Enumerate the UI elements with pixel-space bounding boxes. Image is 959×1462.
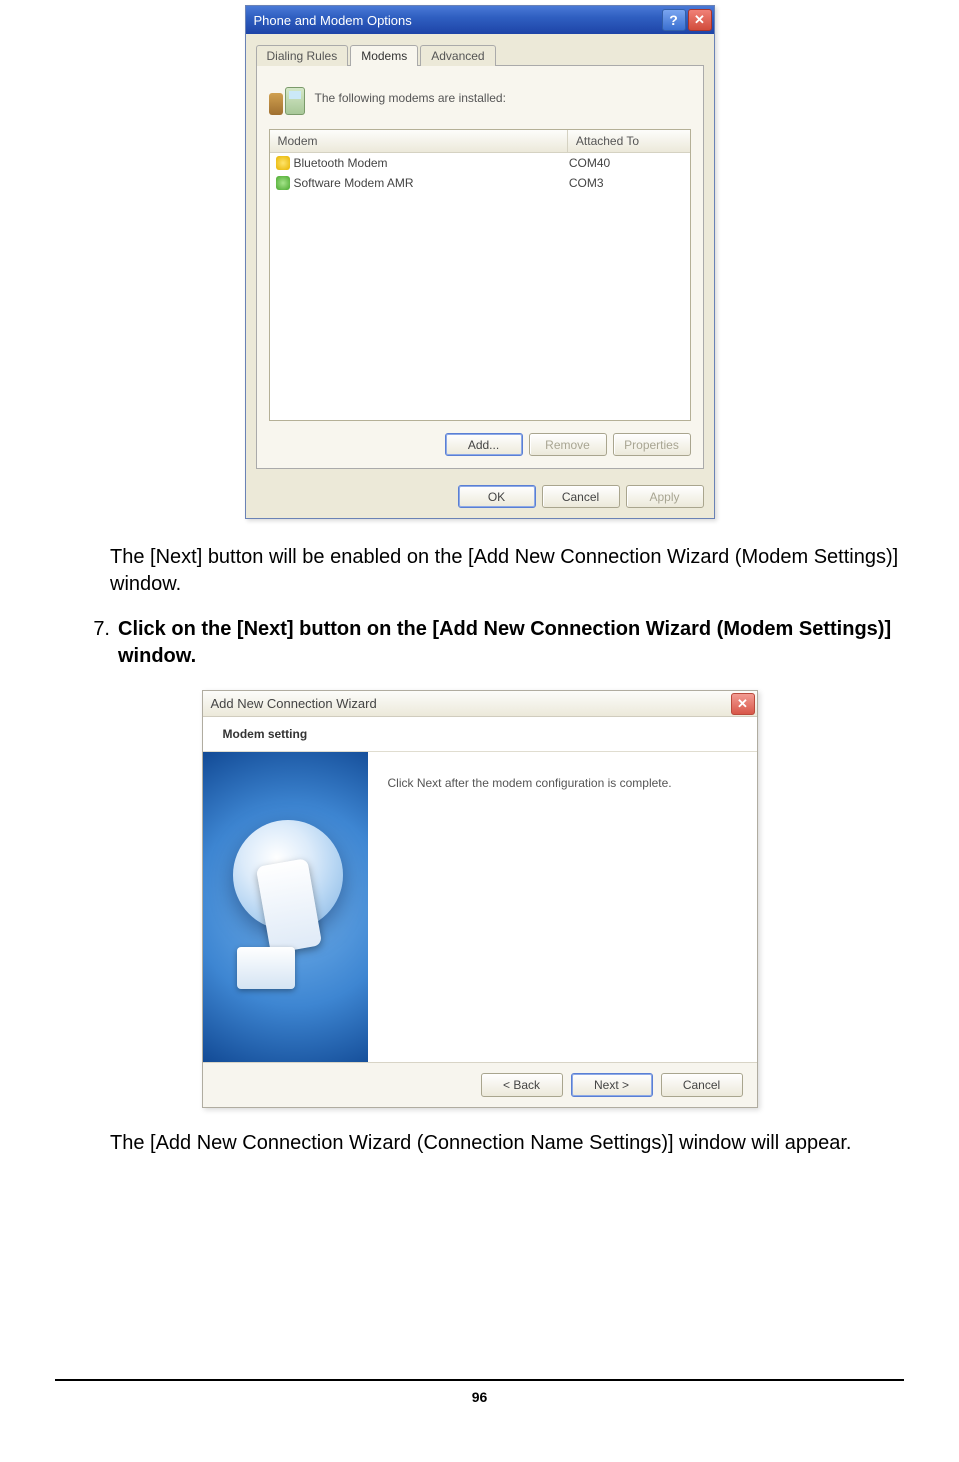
dialog-titlebar[interactable]: Phone and Modem Options ? ✕ bbox=[246, 6, 714, 34]
add-connection-wizard-dialog: Add New Connection Wizard ✕ Modem settin… bbox=[202, 690, 758, 1108]
bluetooth-modem-icon bbox=[276, 156, 290, 170]
table-row[interactable]: Bluetooth Modem COM40 bbox=[270, 153, 690, 173]
dialog-title: Phone and Modem Options bbox=[254, 13, 412, 28]
step-number: 7. bbox=[70, 616, 118, 643]
modems-icon bbox=[269, 81, 303, 115]
properties-button[interactable]: Properties bbox=[613, 433, 691, 456]
software-modem-icon bbox=[276, 176, 290, 190]
col-header-modem[interactable]: Modem bbox=[270, 130, 568, 152]
wizard-artwork bbox=[203, 752, 368, 1062]
page-number: 96 bbox=[55, 1379, 904, 1405]
wizard-content-text: Click Next after the modem configuration… bbox=[368, 752, 757, 1062]
ok-button[interactable]: OK bbox=[458, 485, 536, 508]
wizard-subheading: Modem setting bbox=[203, 717, 757, 752]
modem-port: COM40 bbox=[563, 154, 714, 172]
next-button[interactable]: Next > bbox=[571, 1073, 653, 1097]
step-7: 7. Click on the [Next] button on the [Ad… bbox=[70, 616, 899, 670]
close-button[interactable]: ✕ bbox=[731, 693, 755, 715]
tab-modems[interactable]: Modems bbox=[350, 45, 418, 66]
back-button[interactable]: < Back bbox=[481, 1073, 563, 1097]
phone-modem-options-dialog: Phone and Modem Options ? ✕ Dialing Rule… bbox=[245, 5, 715, 519]
table-row[interactable]: Software Modem AMR COM3 bbox=[270, 173, 690, 193]
remove-button[interactable]: Remove bbox=[529, 433, 607, 456]
step-text: Click on the [Next] button on the [Add N… bbox=[118, 616, 899, 670]
dialog-titlebar[interactable]: Add New Connection Wizard ✕ bbox=[203, 691, 757, 717]
tab-pane-modems: The following modems are installed: Mode… bbox=[256, 65, 704, 469]
cancel-button[interactable]: Cancel bbox=[661, 1073, 743, 1097]
help-button[interactable]: ? bbox=[662, 9, 686, 31]
paragraph-1: The [Next] button will be enabled on the… bbox=[110, 544, 899, 598]
modem-list[interactable]: Modem Attached To Bluetooth Modem COM40 bbox=[269, 129, 691, 421]
modem-name: Software Modem AMR bbox=[294, 176, 414, 190]
apply-button[interactable]: Apply bbox=[626, 485, 704, 508]
modem-port: COM3 bbox=[563, 174, 714, 192]
paragraph-2: The [Add New Connection Wizard (Connecti… bbox=[110, 1130, 899, 1157]
intro-text: The following modems are installed: bbox=[315, 91, 506, 105]
add-button[interactable]: Add... bbox=[445, 433, 523, 456]
modem-name: Bluetooth Modem bbox=[294, 156, 388, 170]
cancel-button[interactable]: Cancel bbox=[542, 485, 620, 508]
dialog-title: Add New Connection Wizard bbox=[211, 696, 377, 711]
close-button[interactable]: ✕ bbox=[688, 9, 712, 31]
tab-strip: Dialing Rules Modems Advanced bbox=[256, 45, 704, 66]
tab-advanced[interactable]: Advanced bbox=[420, 45, 495, 66]
col-header-attached[interactable]: Attached To bbox=[568, 130, 723, 152]
tab-dialing-rules[interactable]: Dialing Rules bbox=[256, 45, 349, 66]
